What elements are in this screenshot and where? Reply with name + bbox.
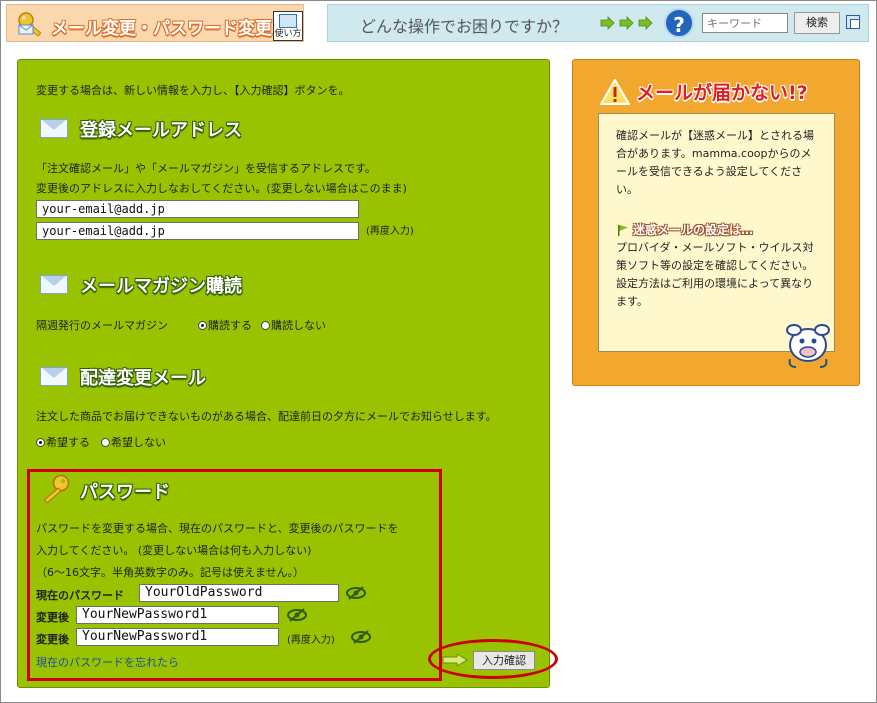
main-form-panel: 変更する場合は、新しい情報を入力し、【入力確認】ボタンを。 登録メールアドレス … bbox=[17, 59, 558, 688]
delivery-radio-yes[interactable]: 希望する bbox=[36, 434, 90, 450]
delivery-desc: 注文した商品でお届けできないものがある場合、配達前日の夕方にメールでお知らせしま… bbox=[36, 410, 497, 423]
envelope-icon bbox=[40, 275, 68, 294]
new-password-field[interactable]: YourNewPassword1 bbox=[76, 606, 279, 624]
notice-text-1: 確認メールが【迷惑メール】とされる場合があります。mamma.coopからのメー… bbox=[616, 129, 814, 196]
mascot-illustration bbox=[786, 324, 830, 368]
current-password-label: 現在のパスワード bbox=[36, 589, 124, 602]
password-rule: （6～16文字。半角英数字のみ。記号は使えません。） bbox=[36, 566, 305, 579]
email-desc-2: 変更後のアドレスに入力しなおしてください。(変更しない場合はこのまま) bbox=[36, 182, 407, 195]
notice-panel: メールが届かない!? 確認メールが【迷惑メール】とされる場合があります。mamm… bbox=[572, 59, 860, 386]
magazine-radio-unsubscribe[interactable]: 購読しない bbox=[261, 317, 326, 333]
howto-button[interactable]: 使い方 bbox=[273, 11, 303, 41]
email-confirm-note: (再度入力) bbox=[366, 226, 414, 237]
new-password-label: 変更後 bbox=[36, 611, 69, 624]
help-icon[interactable]: ? bbox=[664, 8, 694, 38]
help-bar: どんな操作でお困りですか？ ? 検索 bbox=[327, 4, 869, 42]
new-window-icon[interactable] bbox=[846, 15, 860, 29]
help-symbol: ? bbox=[673, 13, 685, 37]
magazine-section-title: メールマガジン購読 bbox=[80, 276, 242, 297]
screen-icon bbox=[279, 14, 297, 28]
help-question: どんな操作でお困りですか？ bbox=[360, 17, 569, 36]
email-desc-1: 「注文確認メール」や「メールマガジン」を受信するアドレスです。 bbox=[36, 162, 376, 175]
password-section-title: パスワード bbox=[80, 482, 170, 503]
radio-label: 購読しない bbox=[271, 319, 326, 332]
radio-label: 希望しない bbox=[111, 436, 166, 449]
flag-icon bbox=[618, 225, 628, 236]
notice-text-2: プロバイダ・メールソフト・ウイルス対策ソフト等の設定を確認してください。 設定方… bbox=[616, 241, 814, 308]
current-password-field[interactable]: YourOldPassword bbox=[139, 584, 339, 602]
forgot-password-link[interactable]: 現在のパスワードを忘れたら bbox=[36, 654, 179, 670]
key-icon bbox=[43, 474, 70, 504]
arrow-right-icons bbox=[600, 16, 653, 30]
password-confirm-note: (再度入力) bbox=[287, 635, 335, 646]
email-field[interactable]: your-email@add.jp bbox=[36, 200, 359, 218]
new-password-confirm-field[interactable]: YourNewPassword1 bbox=[76, 628, 279, 646]
password-desc-1: パスワードを変更する場合、現在のパスワードと、変更後のパスワードを bbox=[36, 522, 399, 535]
envelope-icon bbox=[40, 119, 68, 138]
radio-label: 希望する bbox=[46, 436, 90, 449]
search-button[interactable]: 検索 bbox=[794, 12, 840, 34]
page-header: メール変更・パスワード変更 使い方 bbox=[6, 4, 304, 42]
email-section-title: 登録メールアドレス bbox=[80, 120, 242, 141]
notice-subheading: 迷惑メールの設定は… bbox=[633, 223, 754, 237]
eye-slash-icon[interactable] bbox=[350, 630, 372, 644]
eye-slash-icon[interactable] bbox=[345, 586, 367, 600]
delivery-section-title: 配達変更メール bbox=[80, 368, 206, 389]
notice-title: メールが届かない!? bbox=[636, 82, 808, 104]
eye-slash-icon[interactable] bbox=[286, 608, 308, 622]
arrow-right-icon bbox=[442, 654, 468, 666]
confirm-input-button[interactable]: 入力確認 bbox=[473, 651, 535, 670]
envelope-icon bbox=[40, 367, 68, 386]
magazine-radio-subscribe[interactable]: 購読する bbox=[198, 317, 252, 333]
radio-selected-icon[interactable] bbox=[36, 438, 45, 447]
keyword-input[interactable] bbox=[702, 13, 788, 33]
new-password-confirm-label: 変更後 bbox=[36, 633, 69, 646]
delivery-radio-no[interactable]: 希望しない bbox=[101, 434, 166, 450]
email-confirm-field[interactable]: your-email@add.jp bbox=[36, 222, 359, 240]
page-title: メール変更・パスワード変更 bbox=[51, 19, 272, 39]
intro-text: 変更する場合は、新しい情報を入力し、【入力確認】ボタンを。 bbox=[36, 84, 350, 97]
radio-icon[interactable] bbox=[101, 438, 110, 447]
magazine-label: 隔週発行のメールマガジン bbox=[36, 319, 168, 332]
radio-icon[interactable] bbox=[261, 321, 270, 330]
warning-icon bbox=[600, 79, 630, 105]
key-icon bbox=[18, 12, 42, 37]
radio-selected-icon[interactable] bbox=[198, 321, 207, 330]
radio-label: 購読する bbox=[208, 319, 252, 332]
password-desc-2: 入力してください。 (変更しない場合は何も入力しない) bbox=[36, 544, 312, 557]
howto-label: 使い方 bbox=[274, 29, 302, 39]
